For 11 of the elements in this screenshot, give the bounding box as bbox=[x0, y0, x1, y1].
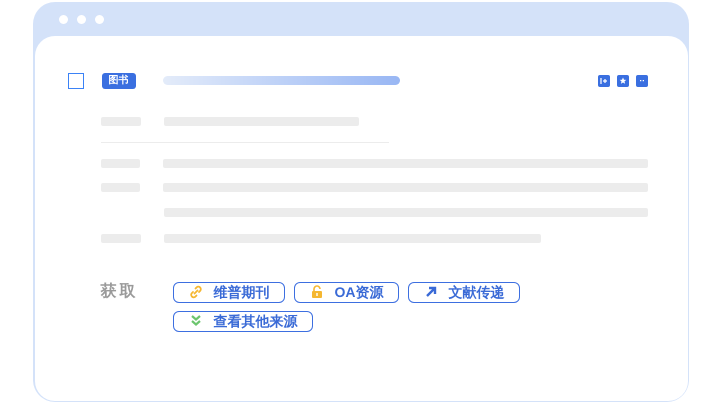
acquire-label: 获取 bbox=[100, 282, 140, 302]
add-icon[interactable] bbox=[598, 74, 610, 86]
source-button[interactable]: 查看其他来源 bbox=[172, 310, 312, 332]
source-button[interactable]: OA资源 bbox=[294, 282, 398, 302]
source-button[interactable]: 维普期刊 bbox=[172, 282, 284, 302]
quote-icon[interactable] bbox=[636, 74, 648, 86]
link-icon bbox=[188, 284, 204, 300]
checkbox[interactable] bbox=[68, 72, 84, 88]
star-icon[interactable] bbox=[616, 74, 628, 86]
source-button[interactable]: 文献传递 bbox=[408, 282, 520, 302]
type-badge: 图书 bbox=[102, 72, 136, 88]
